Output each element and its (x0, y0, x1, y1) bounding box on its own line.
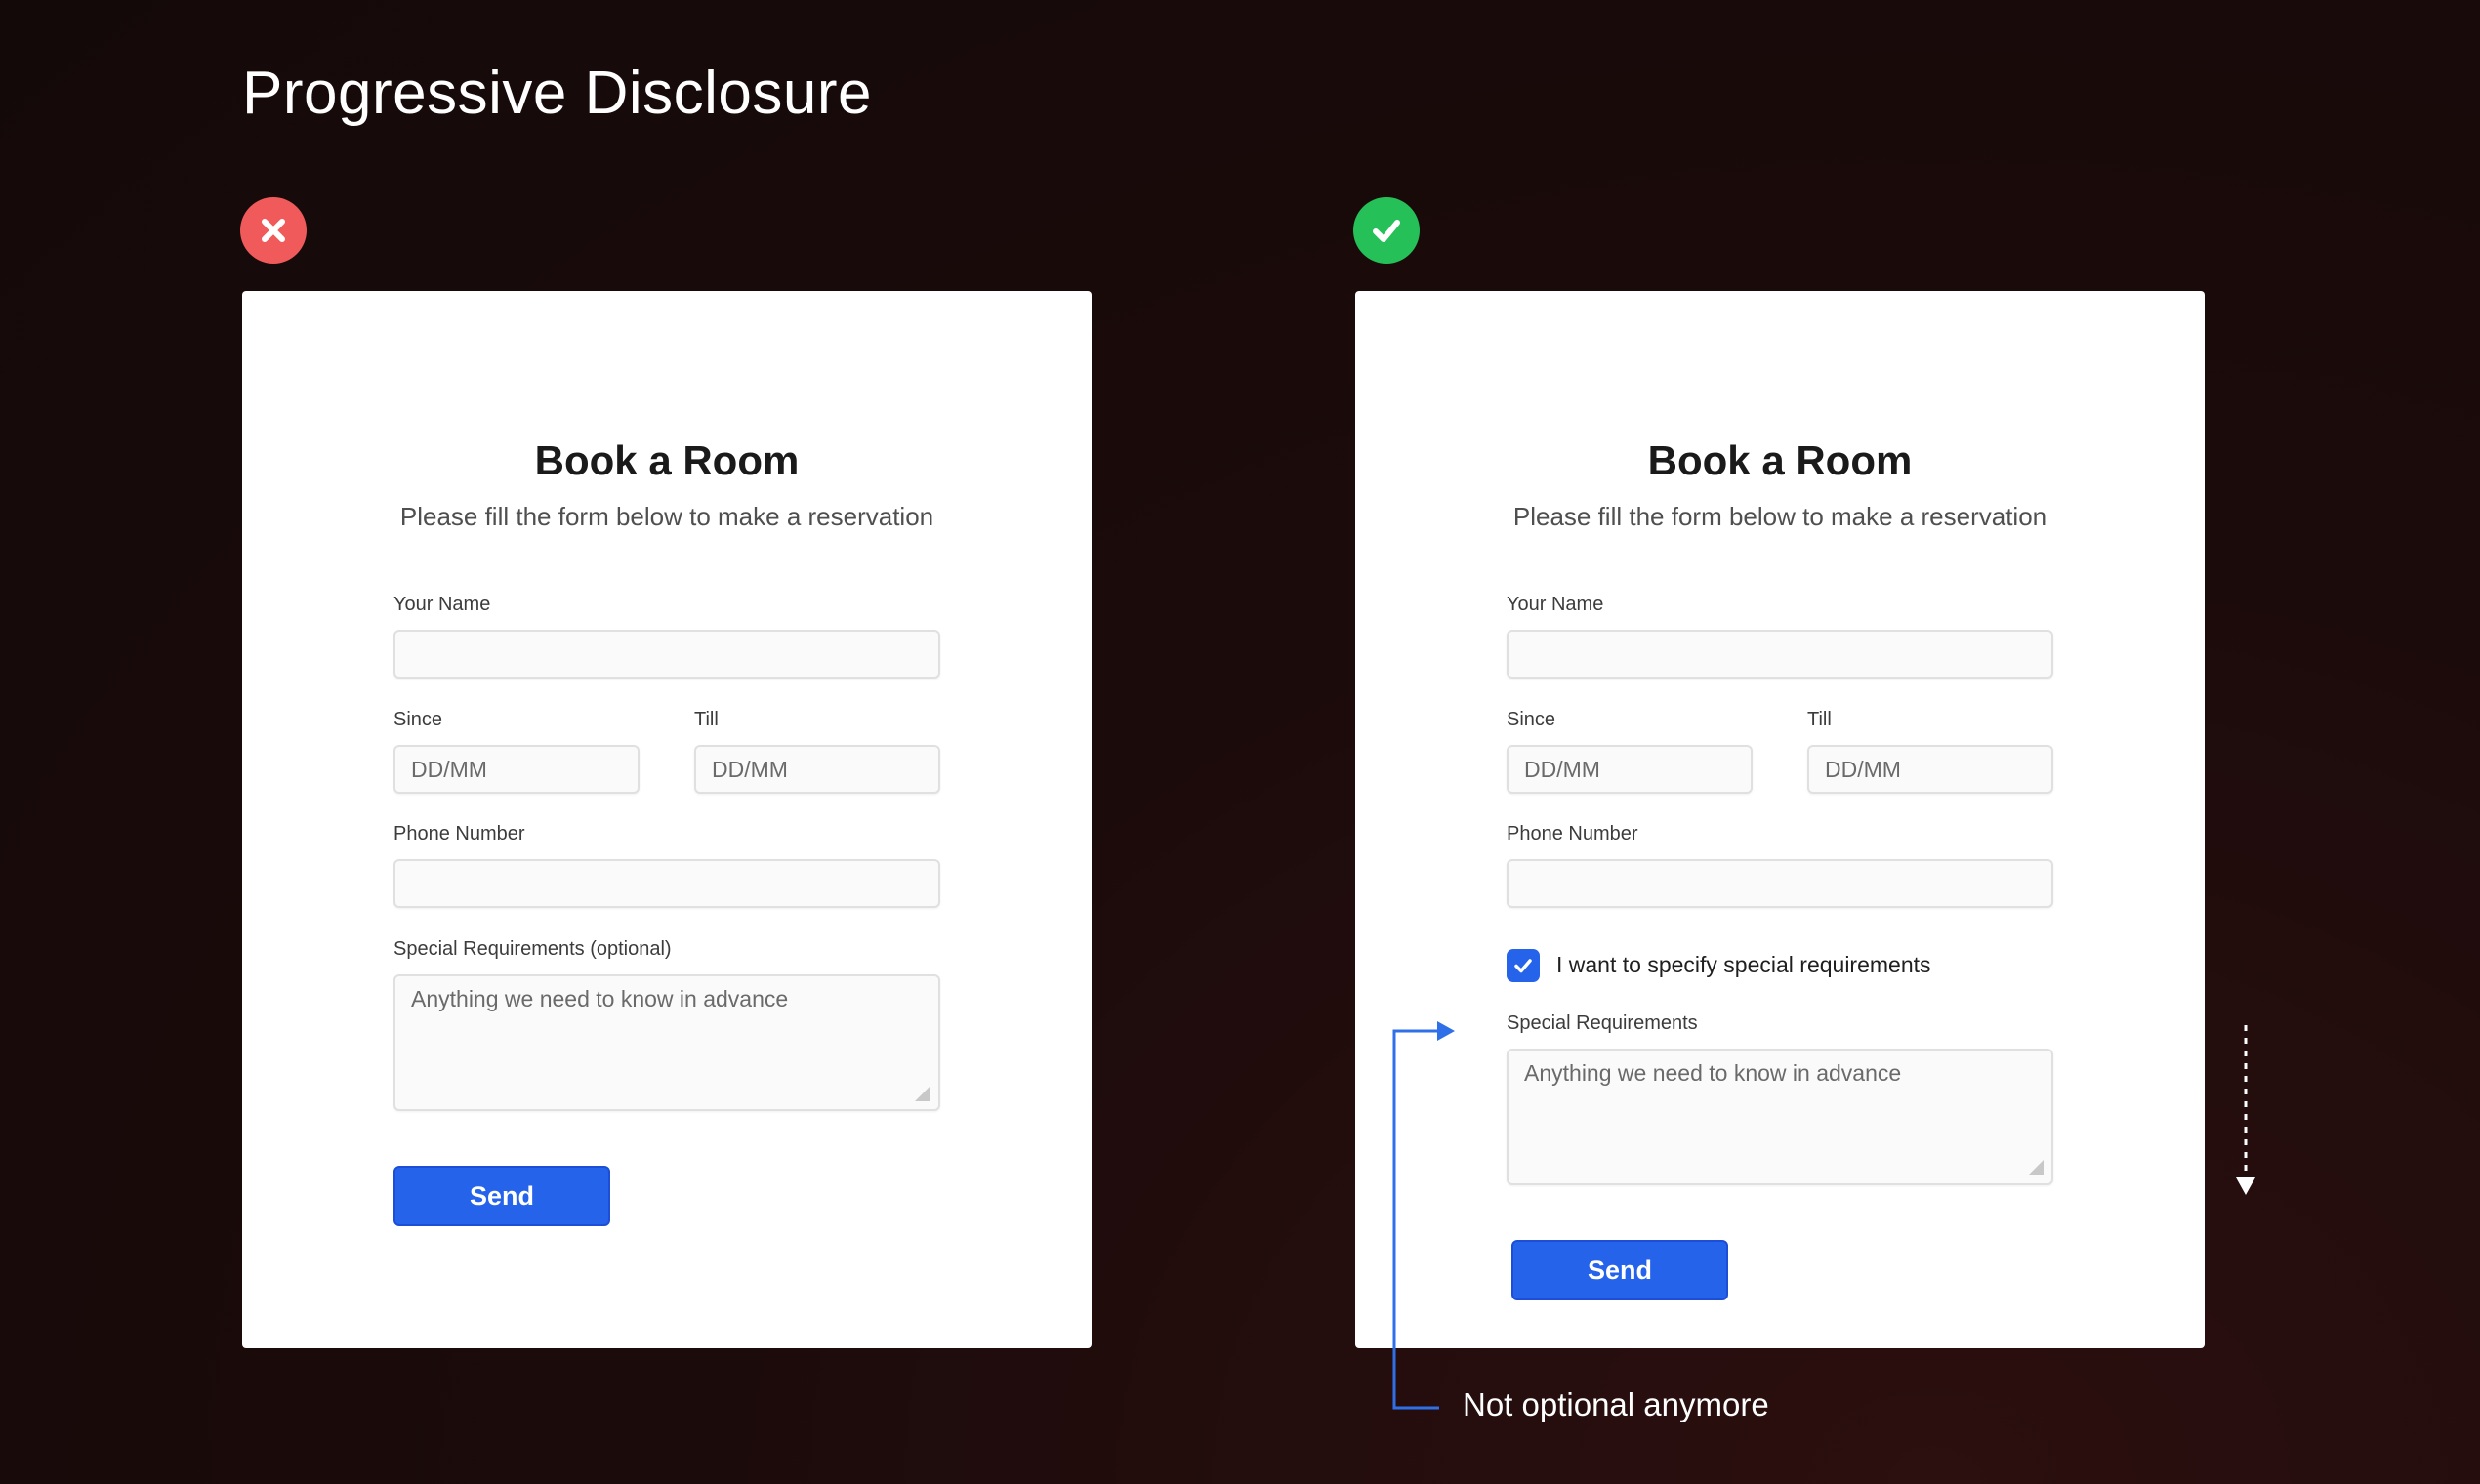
annotation-text: Not optional anymore (1463, 1386, 1769, 1422)
expansion-arrow-down-icon (2236, 1177, 2255, 1195)
annotation-bracket-line (1392, 1029, 1439, 1410)
annotation-overlay (1392, 1021, 2255, 1410)
annotation-arrow-head (1437, 1021, 1455, 1041)
